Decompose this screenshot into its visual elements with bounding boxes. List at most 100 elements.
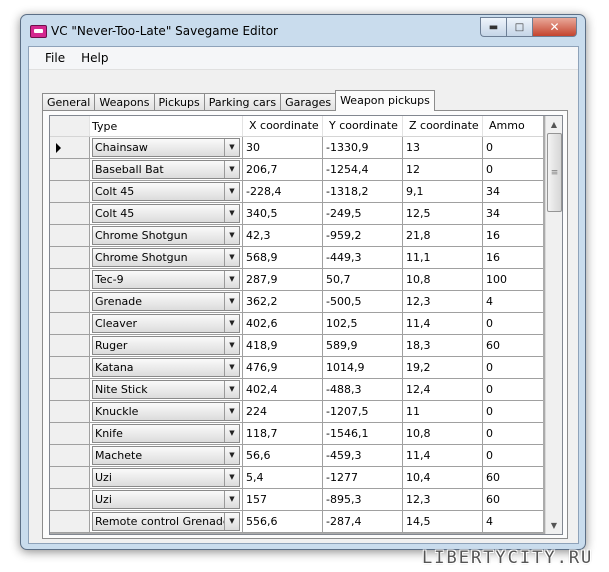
type-dropdown[interactable]: Ruger ▼	[92, 336, 240, 355]
dropdown-arrow-icon[interactable]: ▼	[224, 403, 239, 420]
y-coordinate-cell[interactable]: -1330,9	[323, 137, 403, 159]
row-header[interactable]	[50, 291, 90, 313]
tab-weapons[interactable]: Weapons	[94, 93, 155, 111]
y-coordinate-cell[interactable]: 589,9	[323, 335, 403, 357]
table-row[interactable]: Tec-9 ▼ 287,9 50,7 10,8 100	[50, 269, 543, 291]
minimize-button[interactable]: ▬	[480, 17, 506, 37]
table-row[interactable]: Baseball Bat ▼ 206,7 -1254,4 12 0	[50, 159, 543, 181]
ammo-cell[interactable]: 34	[483, 203, 543, 225]
ammo-cell[interactable]: 0	[483, 423, 543, 445]
dropdown-arrow-icon[interactable]: ▼	[224, 469, 239, 486]
row-header[interactable]	[50, 335, 90, 357]
z-coordinate-cell[interactable]: 12,3	[403, 291, 483, 313]
row-header[interactable]	[50, 467, 90, 489]
type-dropdown[interactable]: Cleaver ▼	[92, 314, 240, 333]
ammo-cell[interactable]: 16	[483, 225, 543, 247]
z-coordinate-cell[interactable]: 21,8	[403, 225, 483, 247]
header-type[interactable]: Type	[90, 116, 243, 136]
ammo-cell[interactable]: 60	[483, 335, 543, 357]
dropdown-arrow-icon[interactable]: ▼	[224, 183, 239, 200]
x-coordinate-cell[interactable]: 118,7	[243, 423, 323, 445]
table-row[interactable]: Remote control Grenade ▼ 556,6 -287,4 14,5 4	[50, 511, 543, 533]
x-coordinate-cell[interactable]: 224	[243, 401, 323, 423]
row-header[interactable]	[50, 159, 90, 181]
table-row[interactable]: Chainsaw ▼ 30 -1330,9 13 0	[50, 137, 543, 159]
row-header[interactable]	[50, 489, 90, 511]
ammo-cell[interactable]: 100	[483, 269, 543, 291]
x-coordinate-cell[interactable]: 5,4	[243, 467, 323, 489]
x-coordinate-cell[interactable]: 42,3	[243, 225, 323, 247]
ammo-cell[interactable]: 0	[483, 379, 543, 401]
table-row[interactable]: Nite Stick ▼ 402,4 -488,3 12,4 0	[50, 379, 543, 401]
ammo-cell[interactable]: 0	[483, 445, 543, 467]
dropdown-arrow-icon[interactable]: ▼	[224, 139, 239, 156]
title-bar[interactable]: VC "Never-Too-Late" Savegame Editor ▬ □ …	[21, 15, 585, 47]
x-coordinate-cell[interactable]: 476,9	[243, 357, 323, 379]
type-dropdown[interactable]: Colt 45 ▼	[92, 182, 240, 201]
table-row[interactable]: Cleaver ▼ 402,6 102,5 11,4 0	[50, 313, 543, 335]
x-coordinate-cell[interactable]: -228,4	[243, 181, 323, 203]
type-dropdown[interactable]: Uzi ▼	[92, 468, 240, 487]
z-coordinate-cell[interactable]: 19,2	[403, 357, 483, 379]
z-coordinate-cell[interactable]: 11	[403, 401, 483, 423]
dropdown-arrow-icon[interactable]: ▼	[224, 359, 239, 376]
ammo-cell[interactable]: 0	[483, 159, 543, 181]
ammo-cell[interactable]: 0	[483, 313, 543, 335]
table-row[interactable]: Uzi ▼ 157 -895,3 12,3 60	[50, 489, 543, 511]
dropdown-arrow-icon[interactable]: ▼	[224, 227, 239, 244]
y-coordinate-cell[interactable]: -500,5	[323, 291, 403, 313]
header-y-coordinate[interactable]: Y coordinate	[323, 116, 403, 136]
x-coordinate-cell[interactable]: 556,6	[243, 511, 323, 533]
dropdown-arrow-icon[interactable]: ▼	[224, 205, 239, 222]
y-coordinate-cell[interactable]: -459,3	[323, 445, 403, 467]
x-coordinate-cell[interactable]: 30	[243, 137, 323, 159]
ammo-cell[interactable]: 4	[483, 291, 543, 313]
dropdown-arrow-icon[interactable]: ▼	[224, 381, 239, 398]
z-coordinate-cell[interactable]: 10,8	[403, 269, 483, 291]
type-dropdown[interactable]: Chrome Shotgun ▼	[92, 226, 240, 245]
z-coordinate-cell[interactable]: 12	[403, 159, 483, 181]
y-coordinate-cell[interactable]: 50,7	[323, 269, 403, 291]
type-dropdown[interactable]: Knuckle ▼	[92, 402, 240, 421]
type-dropdown[interactable]: Machete ▼	[92, 446, 240, 465]
z-coordinate-cell[interactable]: 11,4	[403, 313, 483, 335]
scroll-up-button[interactable]: ▲	[546, 116, 562, 133]
row-header[interactable]	[50, 181, 90, 203]
type-dropdown[interactable]: Nite Stick ▼	[92, 380, 240, 399]
table-row[interactable]: Knuckle ▼ 224 -1207,5 11 0	[50, 401, 543, 423]
x-coordinate-cell[interactable]: 402,6	[243, 313, 323, 335]
dropdown-arrow-icon[interactable]: ▼	[224, 513, 239, 530]
table-row[interactable]: Ruger ▼ 418,9 589,9 18,3 60	[50, 335, 543, 357]
x-coordinate-cell[interactable]: 340,5	[243, 203, 323, 225]
x-coordinate-cell[interactable]: 418,9	[243, 335, 323, 357]
menu-file[interactable]: File	[37, 51, 73, 65]
tab-parking-cars[interactable]: Parking cars	[203, 93, 282, 111]
x-coordinate-cell[interactable]: 206,7	[243, 159, 323, 181]
x-coordinate-cell[interactable]: 287,9	[243, 269, 323, 291]
dropdown-arrow-icon[interactable]: ▼	[224, 337, 239, 354]
table-row[interactable]: Chrome Shotgun ▼ 568,9 -449,3 11,1 16	[50, 247, 543, 269]
tab-weapon-pickups[interactable]: Weapon pickups	[335, 90, 435, 111]
row-header[interactable]	[50, 225, 90, 247]
row-header[interactable]	[50, 137, 90, 159]
type-dropdown[interactable]: Grenade ▼	[92, 292, 240, 311]
z-coordinate-cell[interactable]: 12,4	[403, 379, 483, 401]
header-z-coordinate[interactable]: Z coordinate	[403, 116, 483, 136]
table-row[interactable]: Katana ▼ 476,9 1014,9 19,2 0	[50, 357, 543, 379]
table-row[interactable]: Machete ▼ 56,6 -459,3 11,4 0	[50, 445, 543, 467]
row-header[interactable]	[50, 357, 90, 379]
z-coordinate-cell[interactable]: 11,4	[403, 445, 483, 467]
table-row[interactable]: Knife ▼ 118,7 -1546,1 10,8 0	[50, 423, 543, 445]
z-coordinate-cell[interactable]: 10,8	[403, 423, 483, 445]
y-coordinate-cell[interactable]: -895,3	[323, 489, 403, 511]
table-row[interactable]: Colt 45 ▼ -228,4 -1318,2 9,1 34	[50, 181, 543, 203]
dropdown-arrow-icon[interactable]: ▼	[224, 161, 239, 178]
z-coordinate-cell[interactable]: 13	[403, 137, 483, 159]
y-coordinate-cell[interactable]: -959,2	[323, 225, 403, 247]
type-dropdown[interactable]: Colt 45 ▼	[92, 204, 240, 223]
row-header[interactable]	[50, 247, 90, 269]
x-coordinate-cell[interactable]: 157	[243, 489, 323, 511]
table-row[interactable]: Uzi ▼ 5,4 -1277 10,4 60	[50, 467, 543, 489]
type-dropdown[interactable]: Katana ▼	[92, 358, 240, 377]
row-header[interactable]	[50, 269, 90, 291]
